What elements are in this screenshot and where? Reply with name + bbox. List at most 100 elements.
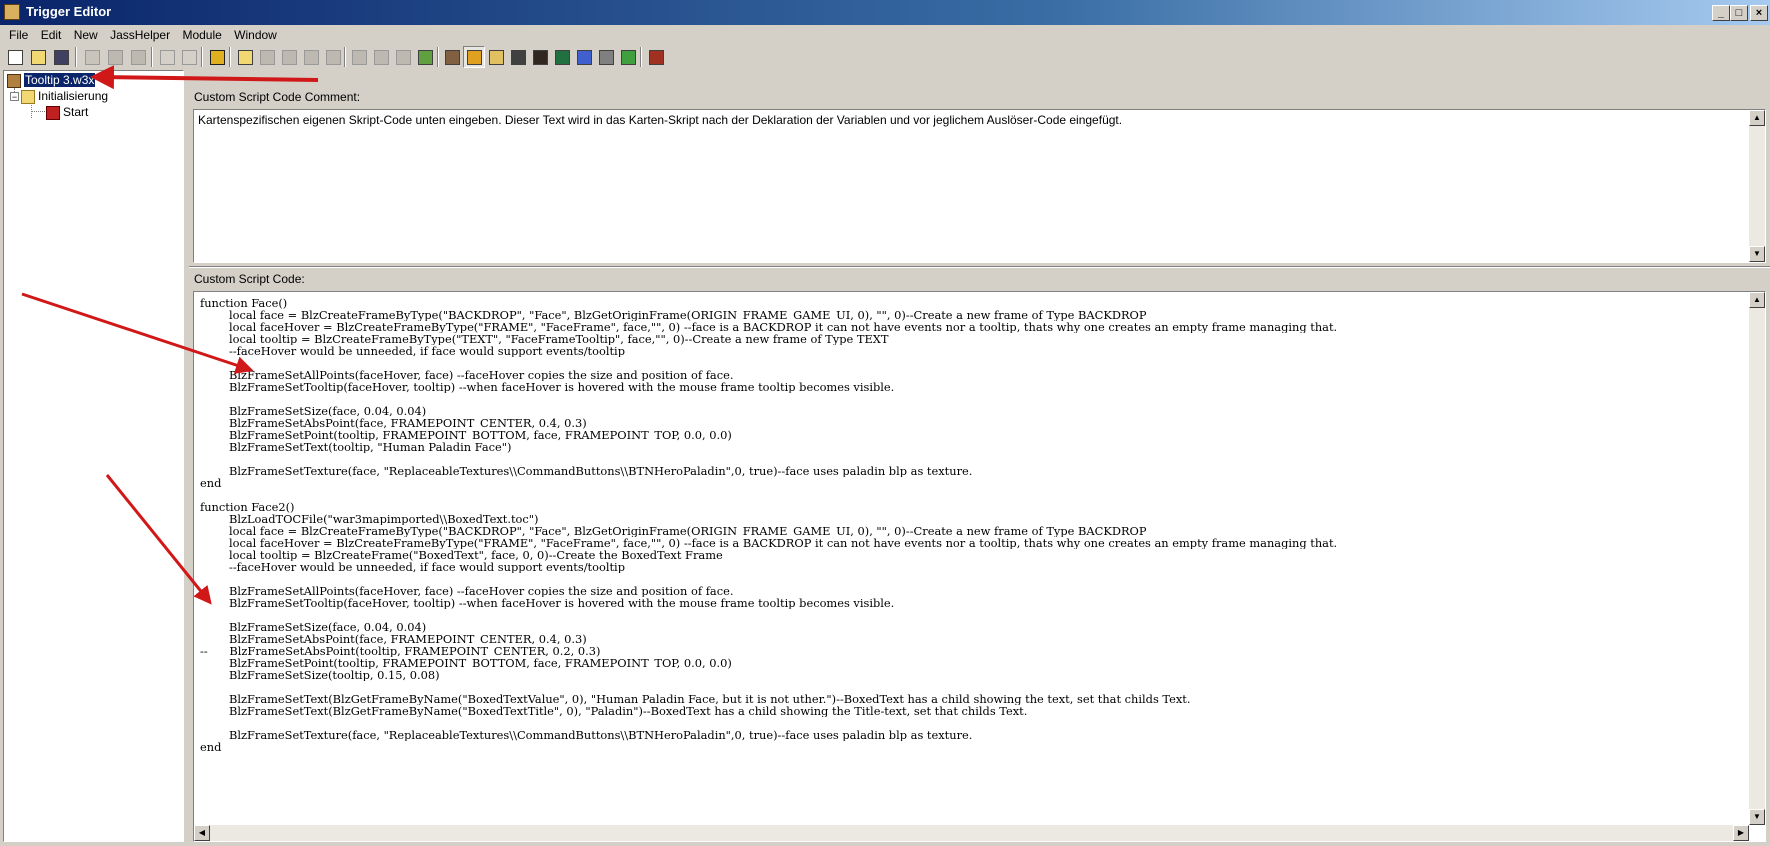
comment-text: Kartenspezifischen eigenen Skript-Code u… xyxy=(198,113,1123,127)
code-label: Custom Script Code: xyxy=(194,272,305,286)
code-line: BlzFrameSetAllPoints(faceHover, face) --… xyxy=(200,369,734,381)
title-bar: Trigger Editor _ □ × xyxy=(0,0,1770,25)
code-line: BlzFrameSetAbsPoint(face, FRAMEPOINT_CEN… xyxy=(200,633,587,645)
menu-edit[interactable]: Edit xyxy=(41,25,62,42)
code-line: BlzFrameSetText(tooltip, "Human Paladin … xyxy=(200,441,512,453)
code-line: BlzFrameSetAbsPoint(face, FRAMEPOINT_CEN… xyxy=(200,417,587,429)
toolbar-separator xyxy=(437,47,439,67)
test-icon[interactable] xyxy=(645,46,667,68)
maximize-button[interactable]: □ xyxy=(1730,5,1748,21)
code-line: local faceHover = BlzCreateFrameByType("… xyxy=(200,321,1338,333)
campaign-editor-icon[interactable] xyxy=(529,46,551,68)
module-icon[interactable] xyxy=(617,46,639,68)
new-category-icon[interactable] xyxy=(234,46,256,68)
object-manager-icon[interactable] xyxy=(573,46,595,68)
trigger-editor-icon[interactable] xyxy=(463,46,485,68)
code-line: -- BlzFrameSetAbsPoint(tooltip, FRAMEPOI… xyxy=(200,645,601,657)
minimize-button[interactable]: _ xyxy=(1712,5,1730,21)
tree-item-trigger[interactable]: Start xyxy=(46,105,88,121)
redo-icon[interactable] xyxy=(178,46,200,68)
tree-splitter[interactable] xyxy=(184,70,189,842)
tree-item-map-label: Tooltip 3.w3x xyxy=(22,72,97,88)
new-comment-icon[interactable] xyxy=(278,46,300,68)
open-icon[interactable] xyxy=(27,46,49,68)
toolbar-separator xyxy=(151,47,153,67)
menu-window[interactable]: Window xyxy=(234,25,277,42)
menu-file[interactable]: File xyxy=(9,25,28,42)
paste-icon[interactable] xyxy=(127,46,149,68)
new-condition-icon[interactable] xyxy=(370,46,392,68)
code-line: local face = BlzCreateFrameByType("BACKD… xyxy=(200,525,1147,537)
code-line: end xyxy=(200,741,222,753)
window-title: Trigger Editor xyxy=(26,4,112,19)
code-line: function Face2() xyxy=(200,501,295,513)
code-line: BlzFrameSetPoint(tooltip, FRAMEPOINT_BOT… xyxy=(200,429,732,441)
folder-icon xyxy=(21,89,35,104)
code-line: BlzFrameSetSize(face, 0.04, 0.04) xyxy=(200,405,427,417)
code-horizontal-scrollbar[interactable]: ◀ ▶ xyxy=(194,825,1749,841)
code-line: local tooltip = BlzCreateFrame("BoxedTex… xyxy=(200,549,723,561)
toolbar-separator xyxy=(344,47,346,67)
code-line: BlzFrameSetTooltip(faceHover, tooltip) -… xyxy=(200,381,895,393)
comment-label: Custom Script Code Comment: xyxy=(194,90,361,104)
object-editor-icon[interactable] xyxy=(507,46,529,68)
toolbar-separator xyxy=(229,47,231,67)
comment-scrollbar[interactable]: ▲ ▼ xyxy=(1749,110,1765,262)
code-editor[interactable]: function Face() local face = BlzCreateFr… xyxy=(193,291,1766,842)
cut-icon[interactable] xyxy=(81,46,103,68)
menu-jasshelper[interactable]: JassHelper xyxy=(110,25,170,42)
tree-item-folder[interactable]: − Initialisierung xyxy=(10,89,108,105)
ai-editor-icon[interactable] xyxy=(551,46,573,68)
code-line: --faceHover would be unneeded, if face w… xyxy=(200,345,625,357)
code-line: local faceHover = BlzCreateFrameByType("… xyxy=(200,537,1338,549)
trigger-icon xyxy=(46,105,60,120)
tree-item-map[interactable]: Tooltip 3.w3x xyxy=(7,72,97,89)
code-line: BlzFrameSetTexture(face, "ReplaceableTex… xyxy=(200,729,973,741)
scroll-right-icon[interactable]: ▶ xyxy=(1733,825,1749,841)
code-line: BlzFrameSetSize(tooltip, 0.15, 0.08) xyxy=(200,669,440,681)
toolbar xyxy=(0,44,1770,70)
new-event-icon[interactable] xyxy=(300,46,322,68)
code-line: local tooltip = BlzCreateFrameByType("TE… xyxy=(200,333,889,345)
scroll-down-icon[interactable]: ▼ xyxy=(1749,246,1765,262)
scroll-up-icon[interactable]: ▲ xyxy=(1749,110,1765,126)
menu-bar: File Edit New JassHelper Module Window xyxy=(0,25,1770,45)
sound-editor-icon[interactable] xyxy=(485,46,507,68)
code-line: local face = BlzCreateFrameByType("BACKD… xyxy=(200,309,1147,321)
tree-item-trigger-label: Start xyxy=(63,105,89,119)
terrain-editor-icon[interactable] xyxy=(441,46,463,68)
new-action-icon[interactable] xyxy=(392,46,414,68)
menu-new[interactable]: New xyxy=(74,25,98,42)
section-divider[interactable] xyxy=(189,266,1770,268)
undo-icon[interactable] xyxy=(156,46,178,68)
code-line: function Face() xyxy=(200,297,288,309)
menu-module[interactable]: Module xyxy=(182,25,221,42)
jasshelper-icon[interactable] xyxy=(206,46,228,68)
import-manager-icon[interactable] xyxy=(595,46,617,68)
scroll-down-icon[interactable]: ▼ xyxy=(1749,809,1765,825)
close-button[interactable]: × xyxy=(1750,5,1768,21)
collapse-icon[interactable]: − xyxy=(10,92,19,102)
code-vertical-scrollbar[interactable]: ▲ ▼ xyxy=(1749,292,1765,825)
code-line: --faceHover would be unneeded, if face w… xyxy=(200,561,625,573)
scroll-up-icon[interactable]: ▲ xyxy=(1749,292,1765,308)
code-line: end xyxy=(200,477,222,489)
save-icon[interactable] xyxy=(50,46,72,68)
toolbar-separator xyxy=(75,47,77,67)
code-line: BlzFrameSetText(BlzGetFrameByName("Boxed… xyxy=(200,705,1028,717)
tree-item-folder-label: Initialisierung xyxy=(38,89,109,103)
delete-icon[interactable] xyxy=(322,46,344,68)
code-line: BlzFrameSetText(BlzGetFrameByName("Boxed… xyxy=(200,693,1191,705)
test-map-icon[interactable] xyxy=(348,46,370,68)
new-icon[interactable] xyxy=(4,46,26,68)
copy-icon[interactable] xyxy=(104,46,126,68)
comment-textarea[interactable]: Kartenspezifischen eigenen Skript-Code u… xyxy=(193,109,1766,263)
checklist-icon[interactable] xyxy=(414,46,436,68)
scroll-left-icon[interactable]: ◀ xyxy=(194,825,210,841)
new-trigger-icon[interactable] xyxy=(256,46,278,68)
